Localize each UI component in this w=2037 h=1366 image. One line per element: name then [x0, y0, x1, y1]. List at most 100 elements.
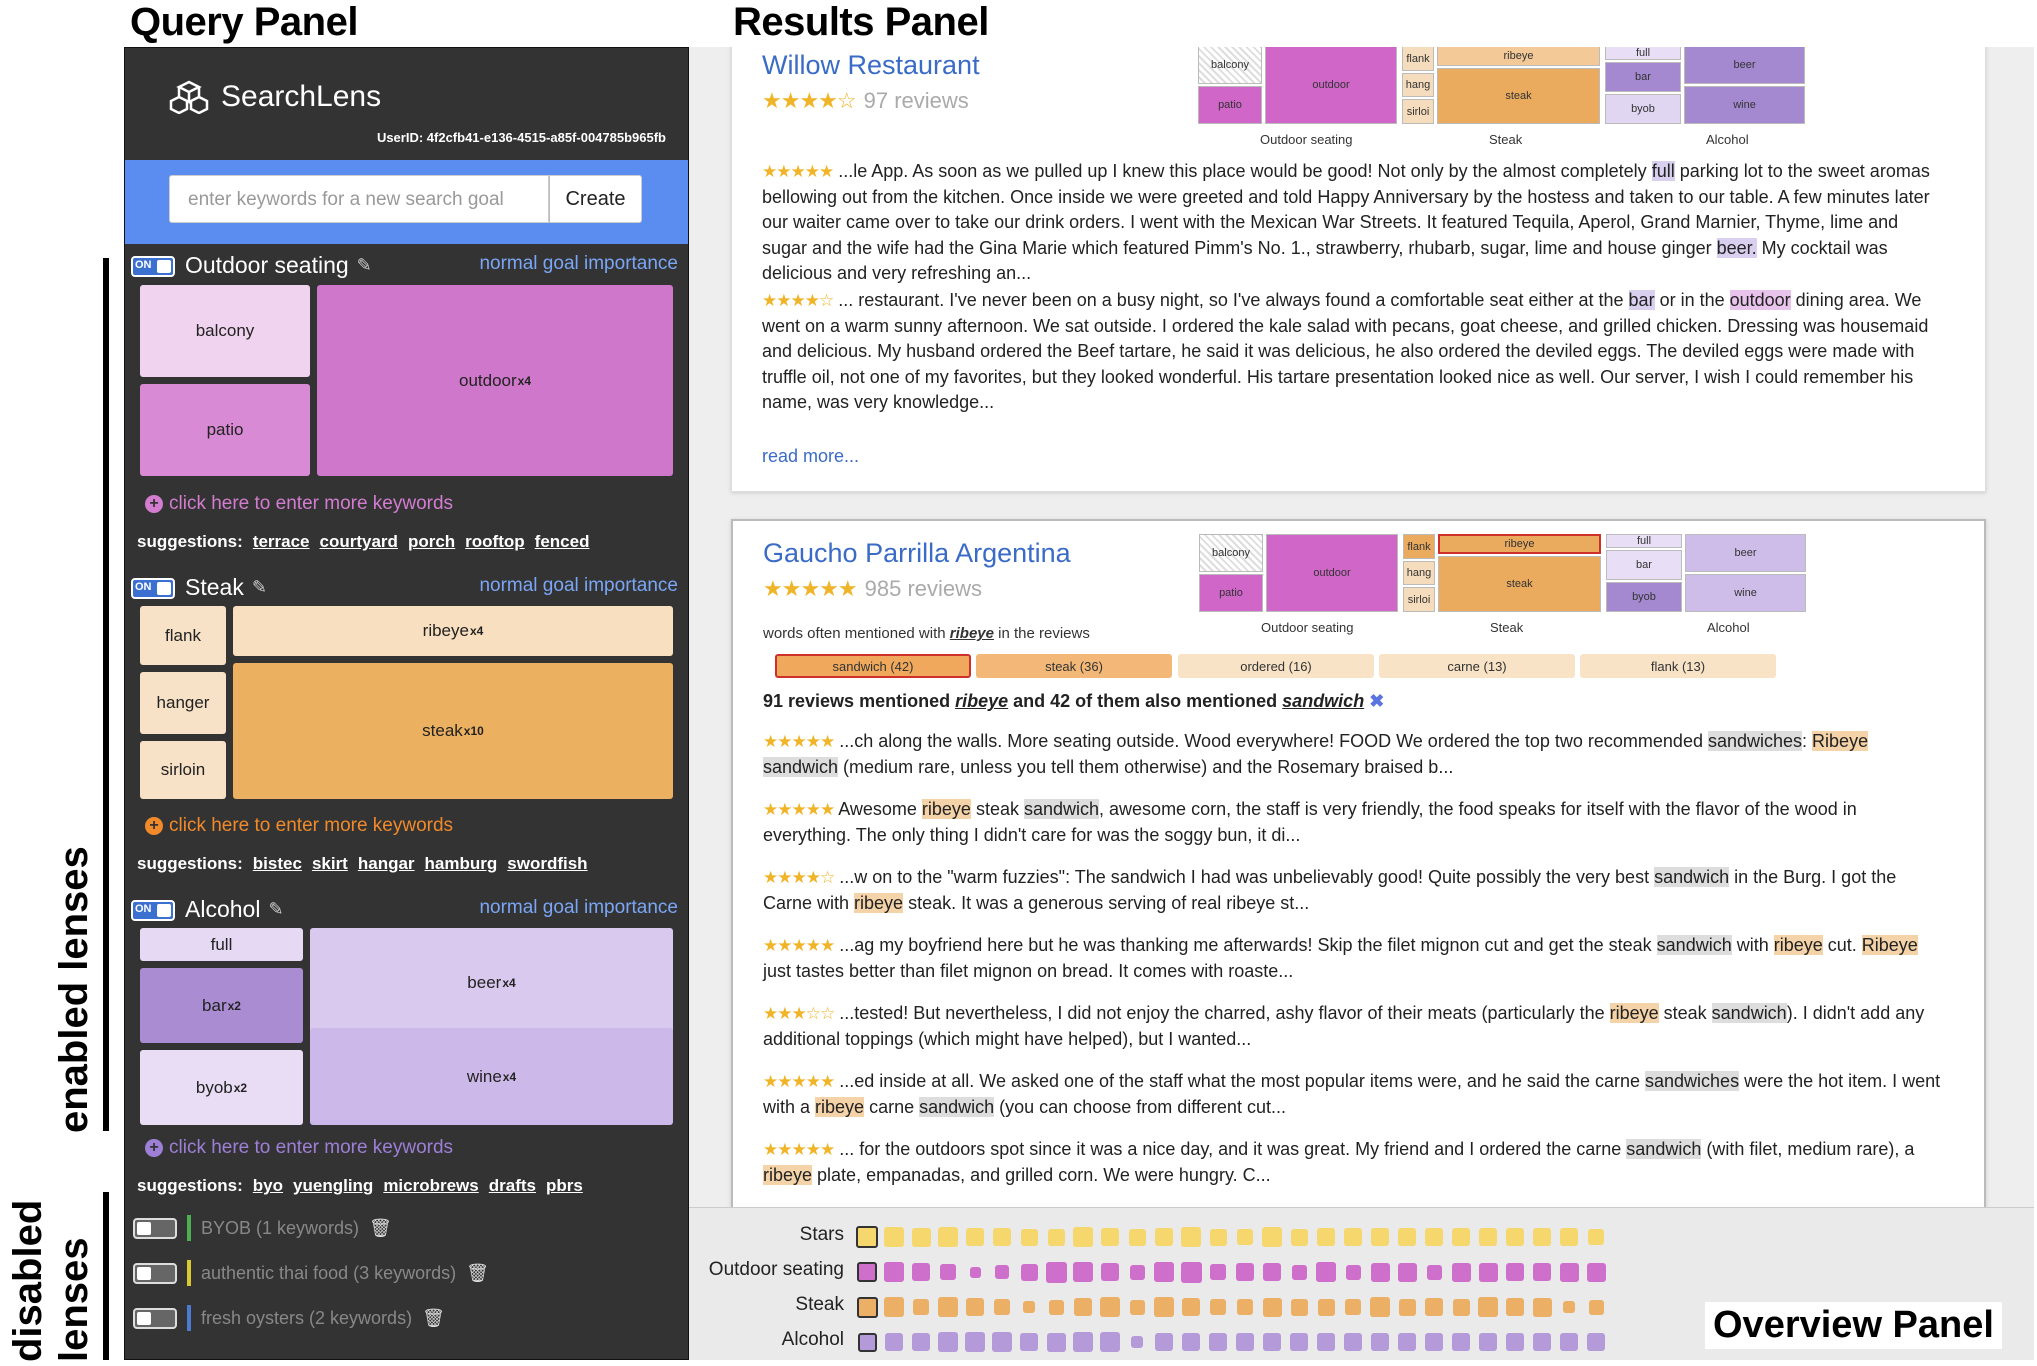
overview-cell[interactable]	[1371, 1333, 1389, 1351]
overview-cell[interactable]	[1074, 1298, 1092, 1316]
overview-cell[interactable]	[940, 1264, 956, 1280]
keyword-flank[interactable]: flank	[140, 606, 226, 665]
overview-cell[interactable]	[856, 1226, 878, 1248]
more-keywords-outdoor[interactable]: + click here to enter more keywords	[145, 493, 453, 515]
overview-cell[interactable]	[1291, 1264, 1307, 1280]
overview-cell[interactable]	[1425, 1298, 1443, 1316]
overview-cell[interactable]	[1100, 1297, 1120, 1317]
more-keywords-steak[interactable]: + click here to enter more keywords	[145, 815, 453, 837]
overview-cell[interactable]	[1344, 1333, 1362, 1351]
overview-cell[interactable]	[1290, 1228, 1308, 1246]
overview-cell[interactable]	[1452, 1333, 1470, 1351]
overview-cell[interactable]	[1128, 1228, 1146, 1246]
goal-toggle-alcohol[interactable]: ON	[131, 900, 175, 921]
disabled-goal-byob[interactable]: BYOB (1 keywords) 🗑	[133, 1215, 392, 1241]
overview-cell[interactable]	[1101, 1228, 1119, 1246]
overview-cell[interactable]	[1236, 1263, 1254, 1281]
overview-cell[interactable]	[1344, 1228, 1362, 1246]
keyword-steak[interactable]: steak x10	[233, 663, 673, 799]
pencil-icon[interactable]: ✎	[357, 255, 372, 276]
overview-cell[interactable]	[1101, 1263, 1119, 1281]
mini-kw-outdoor[interactable]: outdoor	[1265, 47, 1397, 124]
goal-toggle-outdoor[interactable]: ON	[131, 256, 175, 277]
goal-title-steak[interactable]: Steak ✎	[185, 574, 267, 601]
suggestion-rooftop[interactable]: rooftop	[465, 532, 524, 552]
overview-cell[interactable]	[1155, 1228, 1173, 1246]
overview-cell[interactable]	[884, 1297, 904, 1317]
overview-cell[interactable]	[1371, 1228, 1389, 1246]
overview-cell[interactable]	[1180, 1261, 1202, 1283]
overview-cell[interactable]	[1506, 1298, 1524, 1316]
overview-cell[interactable]	[1046, 1332, 1066, 1352]
mini-kw-hanger[interactable]: hang	[1402, 73, 1434, 97]
overview-cell[interactable]	[1587, 1333, 1605, 1351]
overview-cell[interactable]	[857, 1332, 877, 1352]
mini-kw-ribeye[interactable]: ribeye	[1437, 47, 1600, 66]
overview-cell[interactable]	[1398, 1333, 1416, 1351]
trash-icon[interactable]: 🗑	[422, 1308, 445, 1329]
mini-kw-full[interactable]: full	[1605, 47, 1681, 60]
overview-cell[interactable]	[1263, 1333, 1281, 1351]
overview-cell[interactable]	[965, 1332, 985, 1352]
suggestion-hamburg[interactable]: hamburg	[425, 854, 498, 874]
mini-kw-steak[interactable]: steak	[1437, 68, 1600, 124]
read-more-link[interactable]: read more...	[762, 446, 859, 467]
overview-cell[interactable]	[1209, 1228, 1227, 1246]
mini-kw-steak[interactable]: steak	[1438, 556, 1601, 612]
overview-cell[interactable]	[992, 1332, 1012, 1352]
suggestion-skirt[interactable]: skirt	[312, 854, 348, 874]
mini-kw-balcony[interactable]: balcony	[1199, 534, 1263, 572]
keyword-hanger[interactable]: hanger	[140, 672, 226, 734]
mini-kw-bar[interactable]: bar	[1605, 62, 1681, 92]
goal-title-alcohol[interactable]: Alcohol ✎	[185, 896, 284, 923]
disabled-goal-oysters[interactable]: fresh oysters (2 keywords) 🗑	[133, 1305, 445, 1331]
suggestion-courtyard[interactable]: courtyard	[320, 532, 398, 552]
overview-cell[interactable]	[1290, 1298, 1308, 1316]
suggestion-microbrews[interactable]: microbrews	[383, 1176, 478, 1196]
assoc-word-flank[interactable]: flank (13)	[1580, 654, 1776, 678]
pencil-icon[interactable]: ✎	[268, 899, 283, 920]
overview-cell[interactable]	[1370, 1262, 1390, 1282]
overview-cell[interactable]	[1586, 1262, 1606, 1282]
keyword-balcony[interactable]: balcony	[140, 285, 310, 377]
overview-cell[interactable]	[1129, 1264, 1145, 1280]
suggestion-pbrs[interactable]: pbrs	[546, 1176, 583, 1196]
overview-cell[interactable]	[1451, 1262, 1471, 1282]
overview-cell[interactable]	[1452, 1298, 1470, 1316]
suggestion-yuengling[interactable]: yuengling	[293, 1176, 373, 1196]
mini-kw-beer[interactable]: beer	[1685, 534, 1806, 572]
overview-cell[interactable]	[1425, 1228, 1443, 1246]
overview-cell[interactable]	[938, 1297, 958, 1317]
overview-cell[interactable]	[1559, 1262, 1579, 1282]
overview-cell[interactable]	[1533, 1333, 1551, 1351]
assoc-word-carne[interactable]: carne (13)	[1379, 654, 1575, 678]
keyword-outdoor[interactable]: outdoor x4	[317, 285, 673, 476]
suggestion-hangar[interactable]: hangar	[358, 854, 415, 874]
goal-title-outdoor[interactable]: Outdoor seating ✎	[185, 252, 372, 279]
overview-cell[interactable]	[1154, 1297, 1174, 1317]
overview-cell[interactable]	[994, 1299, 1010, 1315]
overview-cell[interactable]	[1181, 1227, 1201, 1247]
mini-kw-balcony[interactable]: balcony	[1198, 47, 1262, 84]
overview-cell[interactable]	[1210, 1299, 1226, 1315]
result-title[interactable]: Willow Restaurant	[762, 50, 980, 81]
overview-cell[interactable]	[1073, 1227, 1093, 1247]
overview-cell[interactable]	[1478, 1262, 1498, 1282]
keyword-wine[interactable]: wine x4	[310, 1028, 673, 1125]
goal-importance-outdoor[interactable]: normal goal importance	[479, 253, 678, 275]
overview-cell[interactable]	[1317, 1298, 1335, 1316]
overview-cell[interactable]	[1532, 1297, 1552, 1317]
overview-cell[interactable]	[1262, 1227, 1282, 1247]
mini-kw-ribeye[interactable]: ribeye	[1438, 534, 1601, 554]
overview-cell[interactable]	[1100, 1332, 1120, 1352]
overview-cell[interactable]	[1290, 1333, 1308, 1351]
suggestion-terrace[interactable]: terrace	[253, 532, 310, 552]
mini-kw-full[interactable]: full	[1606, 534, 1682, 548]
overview-cell[interactable]	[1479, 1228, 1497, 1246]
overview-cell[interactable]	[1262, 1297, 1282, 1317]
goal-importance-alcohol[interactable]: normal goal importance	[479, 897, 678, 919]
overview-cell[interactable]	[1023, 1301, 1035, 1313]
result-title[interactable]: Gaucho Parrilla Argentina	[763, 538, 1071, 569]
mini-kw-patio[interactable]: patio	[1198, 86, 1262, 124]
overview-cell[interactable]	[857, 1262, 877, 1282]
